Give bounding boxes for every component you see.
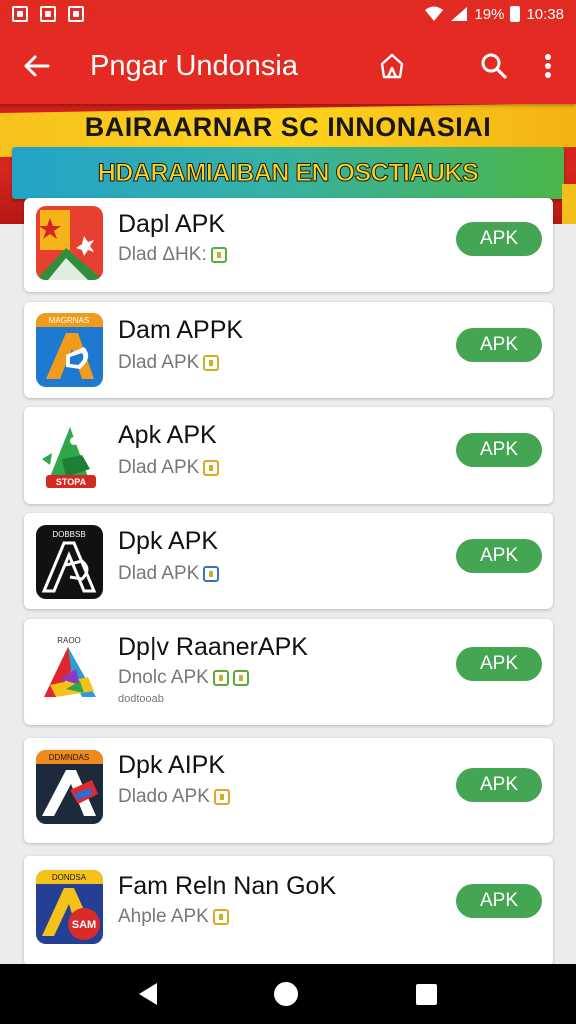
app-logo-icon: STOPA xyxy=(36,419,103,493)
app-card[interactable]: Dapl APK Dlad ΔΗΚ: APK xyxy=(24,198,553,292)
app-subtitle-text: Ahple APK xyxy=(118,906,209,927)
file-notification-icon xyxy=(40,6,56,22)
nav-home-icon[interactable] xyxy=(274,982,299,1006)
app-name: Dpk APK xyxy=(118,527,219,555)
app-card[interactable]: DOBBSB Dpk APK Dlad APK APK xyxy=(24,513,553,609)
app-icon-badge: SAM xyxy=(72,919,96,931)
apk-download-button[interactable]: APK xyxy=(456,328,542,362)
app-card[interactable]: DDMNDAS Dpk AIPK Dlado APK APK xyxy=(24,738,553,843)
app-icon: DONDSA SAM xyxy=(36,870,103,944)
app-name: Dpk AIPK xyxy=(118,751,225,779)
app-subtitle-text: Dlad ΔΗΚ: xyxy=(118,244,207,265)
apk-download-button[interactable]: APK xyxy=(456,433,542,467)
app-icon xyxy=(36,206,103,280)
app-icon: DDMNDAS xyxy=(36,750,103,824)
battery-icon xyxy=(510,6,521,22)
banner-title: BAIRAARNAR SC INNONASIAI xyxy=(84,112,492,142)
app-subtitle: Dlad APK xyxy=(118,563,220,585)
app-icon: DOBBSB xyxy=(36,525,103,599)
app-subtitle: Dlado APK xyxy=(118,786,230,808)
verified-badge-icon xyxy=(210,247,227,263)
notification-icons xyxy=(12,6,84,22)
app-name: Dp|v RaanerAPK xyxy=(118,633,308,661)
app-subtitle: Ahple APK xyxy=(118,906,229,928)
app-extra-text: dodtooab xyxy=(118,693,164,705)
app-logo-icon: DDMNDAS xyxy=(36,750,103,824)
app-subtitle: Dlad APK xyxy=(118,457,220,479)
app-subtitle: Dlad ΔΗΚ: xyxy=(118,244,227,266)
app-icon-label: MAGRNAS xyxy=(49,316,89,325)
app-name: Apk APK xyxy=(118,421,217,449)
apk-download-button[interactable]: APK xyxy=(456,222,542,256)
app-logo-icon xyxy=(36,206,103,280)
badge-icon xyxy=(212,670,229,686)
battery-percent: 19% xyxy=(474,5,505,23)
app-logo-icon: RAOO xyxy=(36,633,103,707)
badge-icon xyxy=(203,355,220,371)
status-time: 10:38 xyxy=(526,5,564,23)
app-subtitle-text: Dlad APK xyxy=(118,457,200,478)
status-right: 19% 10:38 xyxy=(424,6,564,23)
app-bar: Pngar Undonsia xyxy=(0,28,576,104)
app-icon: STOPA xyxy=(36,419,103,493)
status-bar: 19% 10:38 xyxy=(0,0,576,28)
wifi-icon xyxy=(425,6,444,21)
app-subtitle-text: Dlado APK xyxy=(118,786,210,807)
nav-recents-icon[interactable] xyxy=(416,983,438,1005)
app-logo-icon: MAGRNAS xyxy=(36,313,103,387)
app-icon-label: DDMNDAS xyxy=(49,753,89,762)
banner-side-stripe xyxy=(562,184,576,224)
badge-icon xyxy=(213,789,230,805)
app-logo-icon: DOBBSB xyxy=(36,525,103,599)
nav-back-icon[interactable] xyxy=(138,983,157,1005)
app-subtitle: Dnolc APK xyxy=(118,667,249,689)
page-title: Pngar Undonsia xyxy=(90,49,298,82)
back-button[interactable] xyxy=(0,28,72,104)
apk-download-button[interactable]: APK xyxy=(456,539,542,573)
apk-download-button[interactable]: APK xyxy=(456,768,542,802)
banner-subtitle: HDARAMIAIBAN EN OSCTIAUKS xyxy=(97,158,479,187)
app-name: Dapl APK xyxy=(118,210,226,238)
signal-icon xyxy=(451,7,468,21)
system-nav-bar xyxy=(0,964,576,1024)
badge-icon xyxy=(232,670,249,686)
app-card[interactable]: DONDSA SAM Fam Reln Nan GoK Ahple APK AP… xyxy=(24,856,553,966)
search-button[interactable] xyxy=(468,28,520,104)
badge-icon xyxy=(203,566,220,582)
app-subtitle-text: Dnolc APK xyxy=(118,667,209,688)
app-subtitle-text: Dlad APK xyxy=(118,563,200,584)
app-card[interactable]: MAGRNAS Dam APPK Dlad APK APK xyxy=(24,302,553,398)
more-vert-icon xyxy=(545,54,551,78)
photo-notification-icon xyxy=(68,6,84,22)
app-icon: MAGRNAS xyxy=(36,313,103,387)
more-options-button[interactable] xyxy=(520,28,576,104)
apk-download-button[interactable]: APK xyxy=(456,647,542,681)
app-icon: RAOO xyxy=(36,633,103,707)
app-icon-label: DONDSA xyxy=(52,873,87,882)
app-name: Fam Reln Nan GoK xyxy=(118,872,337,900)
app-icon-label: DOBBSB xyxy=(52,530,85,539)
app-card[interactable]: STOPA Apk APK Dlad APK APK xyxy=(24,407,553,504)
app-logo-icon: DONDSA SAM xyxy=(36,870,103,944)
arrow-left-icon xyxy=(24,55,50,77)
image-notification-icon xyxy=(12,6,28,22)
apk-download-button[interactable]: APK xyxy=(456,884,542,918)
app-subtitle-text: Dlad APK xyxy=(118,352,200,373)
app-subtitle: Dlad APK xyxy=(118,352,220,374)
app-card[interactable]: RAOO Dp|v RaanerAPK Dnolc APK dodtooab A… xyxy=(24,619,553,725)
badge-icon xyxy=(203,460,220,476)
app-icon-label: RAOO xyxy=(57,636,81,645)
badge-icon xyxy=(212,909,229,925)
home-outline-icon xyxy=(380,53,404,79)
app-icon-label: STOPA xyxy=(56,477,87,487)
home-button[interactable] xyxy=(366,28,418,104)
search-icon xyxy=(481,53,507,79)
banner-subtitle-bar: HDARAMIAIBAN EN OSCTIAUKS xyxy=(12,147,564,199)
app-name: Dam APPK xyxy=(118,316,244,344)
